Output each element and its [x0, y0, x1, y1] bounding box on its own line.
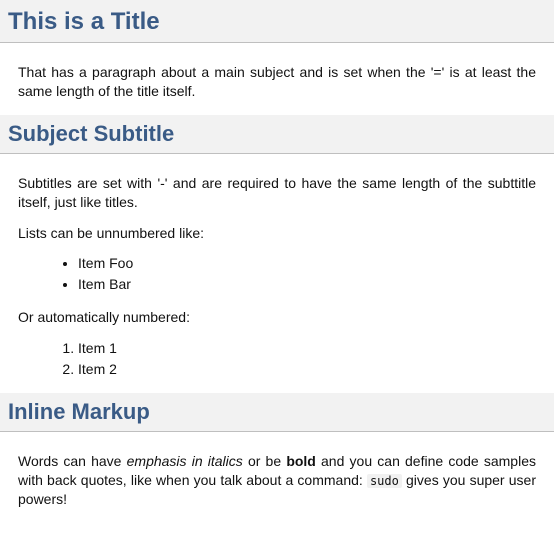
list-item: Item 1 [78, 339, 536, 358]
text-run: Words can have [18, 453, 127, 469]
list-item: Item Foo [78, 254, 536, 273]
subtitle-heading: Subject Subtitle [0, 115, 554, 154]
list-item: Item 2 [78, 360, 536, 379]
subtitle-paragraph-1: Subtitles are set with '-' and are requi… [18, 174, 536, 212]
section-3-body: Words can have emphasis in italics or be… [0, 432, 554, 509]
subtitle-paragraph-2: Lists can be unnumbered like: [18, 224, 536, 243]
list-item: Item Bar [78, 275, 536, 294]
emphasis-text: emphasis in italics [127, 453, 243, 469]
inline-markup-paragraph: Words can have emphasis in italics or be… [18, 452, 536, 509]
title-heading: This is a Title [0, 0, 554, 43]
unordered-list: Item Foo Item Bar [78, 254, 536, 294]
ordered-list: Item 1 Item 2 [78, 339, 536, 379]
bold-text: bold [286, 453, 316, 469]
section-2-body: Subtitles are set with '-' and are requi… [0, 154, 554, 379]
subtitle-paragraph-3: Or automatically numbered: [18, 308, 536, 327]
title-paragraph: That has a paragraph about a main subjec… [18, 63, 536, 101]
inline-markup-heading: Inline Markup [0, 393, 554, 432]
code-text: sudo [367, 474, 402, 488]
section-1-body: That has a paragraph about a main subjec… [0, 43, 554, 101]
text-run: or be [243, 453, 287, 469]
